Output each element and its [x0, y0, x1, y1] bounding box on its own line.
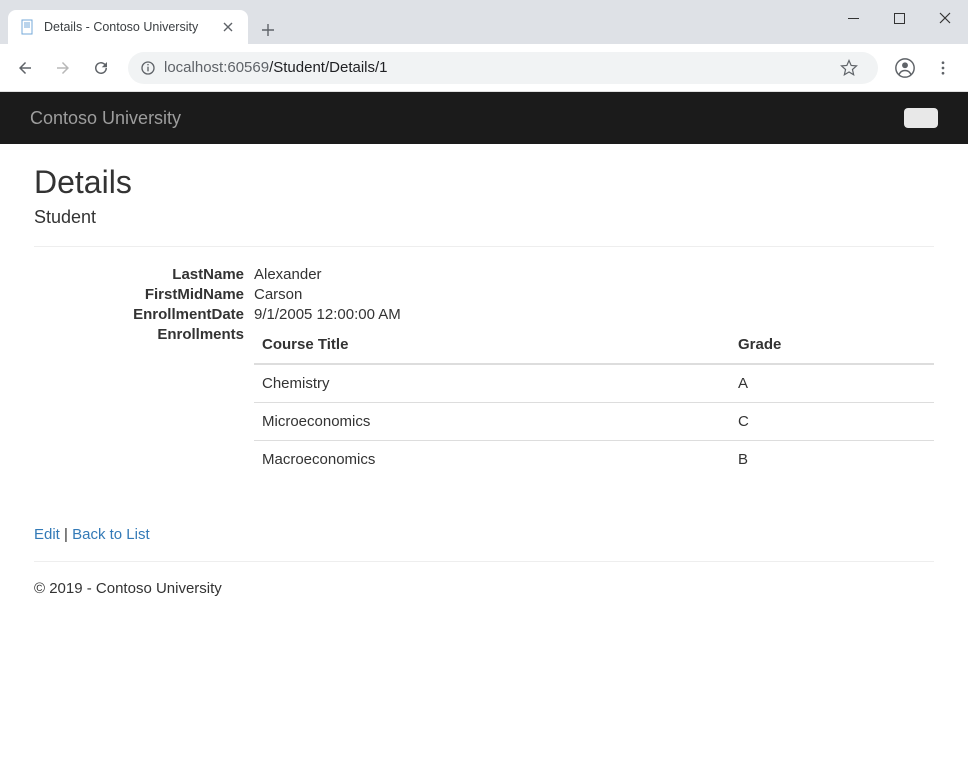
label-enrollmentdate: EnrollmentDate	[34, 305, 244, 323]
page-title: Details	[34, 164, 934, 201]
footer-text: © 2019 - Contoso University	[34, 580, 934, 597]
divider	[34, 246, 934, 247]
enrollments-table: Course Title Grade ChemistryAMicroeconom…	[254, 326, 934, 478]
bookmark-star-icon[interactable]	[832, 51, 866, 85]
action-links: Edit | Back to List	[34, 526, 934, 543]
forward-button[interactable]	[46, 51, 80, 85]
maximize-button[interactable]	[876, 3, 922, 33]
cell-grade: B	[730, 441, 934, 479]
navbar-brand[interactable]: Contoso University	[30, 108, 181, 129]
edit-link[interactable]: Edit	[34, 526, 60, 543]
label-lastname: LastName	[34, 265, 244, 283]
tab-strip: Details - Contoso University	[0, 0, 830, 44]
url-port: 60569	[227, 59, 269, 76]
new-tab-button[interactable]	[254, 16, 282, 44]
tab-close-button[interactable]	[220, 19, 236, 35]
table-row: MicroeconomicsC	[254, 403, 934, 441]
page-subtitle: Student	[34, 207, 934, 228]
footer-divider	[34, 561, 934, 562]
reload-button[interactable]	[84, 51, 118, 85]
minimize-button[interactable]	[830, 3, 876, 33]
link-separator: |	[60, 526, 72, 543]
url-text: localhost:60569/Student/Details/1	[164, 59, 824, 76]
cell-grade: A	[730, 364, 934, 403]
url-host: localhost:	[164, 59, 227, 76]
navbar-toggle-button[interactable]	[904, 108, 938, 128]
value-firstmidname: Carson	[254, 285, 934, 303]
back-to-list-link[interactable]: Back to List	[72, 526, 150, 543]
page-content: Contoso University Details Student LastN…	[0, 92, 968, 617]
window-controls	[830, 2, 968, 34]
tab-title: Details - Contoso University	[44, 20, 212, 34]
value-enrollmentdate: 9/1/2005 12:00:00 AM	[254, 305, 934, 323]
cell-course: Chemistry	[254, 364, 730, 403]
table-header-row: Course Title Grade	[254, 326, 934, 364]
address-bar[interactable]: localhost:60569/Student/Details/1	[128, 52, 878, 84]
label-firstmidname: FirstMidName	[34, 285, 244, 303]
cell-course: Microeconomics	[254, 403, 730, 441]
browser-toolbar: localhost:60569/Student/Details/1	[0, 44, 968, 92]
value-enrollments: Course Title Grade ChemistryAMicroeconom…	[254, 325, 934, 478]
value-lastname: Alexander	[254, 265, 934, 283]
table-row: ChemistryA	[254, 364, 934, 403]
student-detail-list: LastName Alexander FirstMidName Carson E…	[34, 265, 934, 478]
cell-course: Macroeconomics	[254, 441, 730, 479]
page-favicon-icon	[20, 19, 36, 35]
th-grade: Grade	[730, 326, 934, 364]
close-window-button[interactable]	[922, 3, 968, 33]
titlebar: Details - Contoso University	[0, 0, 968, 44]
site-navbar: Contoso University	[0, 92, 968, 144]
main-container: Details Student LastName Alexander First…	[0, 144, 968, 617]
cell-grade: C	[730, 403, 934, 441]
profile-button[interactable]	[888, 51, 922, 85]
label-enrollments: Enrollments	[34, 325, 244, 478]
kebab-menu-icon[interactable]	[926, 51, 960, 85]
back-button[interactable]	[8, 51, 42, 85]
info-icon[interactable]	[140, 60, 156, 76]
url-path: /Student/Details/1	[269, 59, 387, 76]
browser-tab[interactable]: Details - Contoso University	[8, 10, 248, 44]
table-row: MacroeconomicsB	[254, 441, 934, 479]
browser-chrome: Details - Contoso University	[0, 0, 968, 92]
th-course-title: Course Title	[254, 326, 730, 364]
